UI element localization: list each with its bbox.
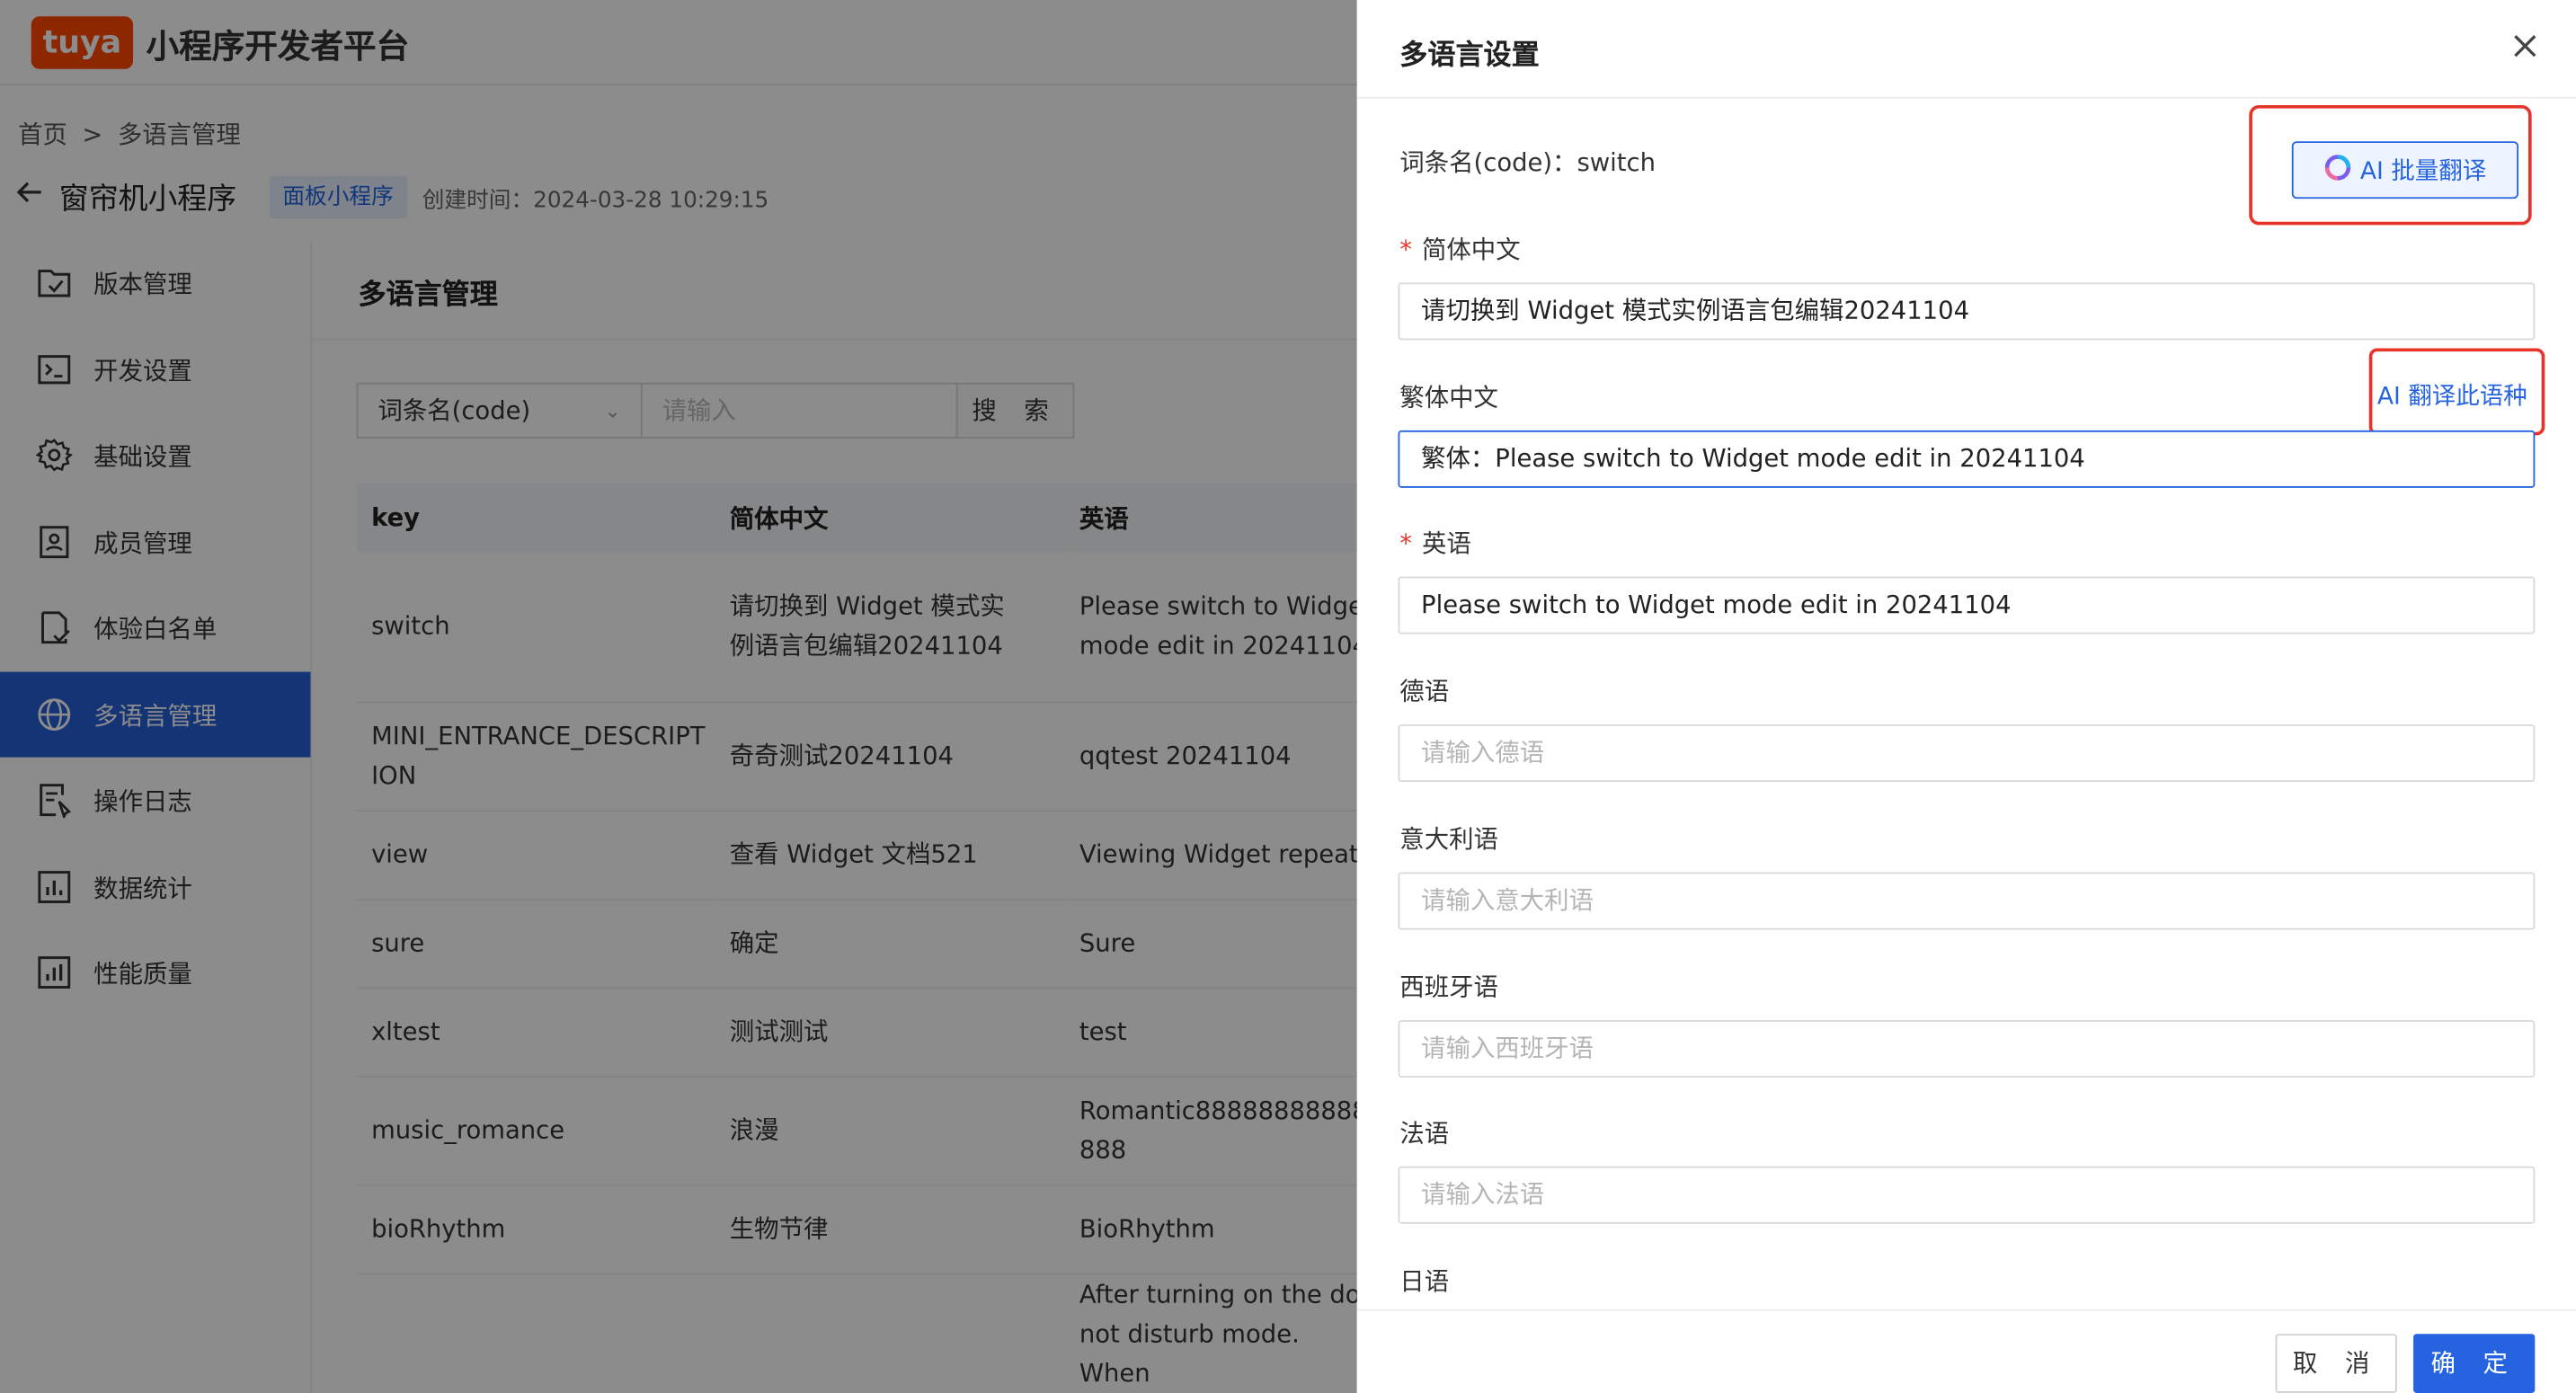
drawer-divider xyxy=(1356,96,2576,99)
ai-batch-translate-button[interactable]: AI 批量翻译 xyxy=(2291,141,2519,200)
italian-input[interactable]: 请输入意大利语 xyxy=(1398,872,2536,930)
field-label-french: 法语 xyxy=(1399,1118,1450,1149)
required-mark: * xyxy=(1399,528,1413,559)
drawer-title: 多语言设置 xyxy=(1399,39,1540,73)
field-label-english: * 英语 xyxy=(1399,528,1471,559)
modal-overlay[interactable] xyxy=(0,0,1357,1393)
field-label-italian: 意大利语 xyxy=(1399,824,1498,855)
field-label-zh-hant: 繁体中文 xyxy=(1399,382,1498,413)
german-input[interactable]: 请输入德语 xyxy=(1398,724,2536,783)
field-label-spanish: 西班牙语 xyxy=(1399,972,1498,1002)
zh-hans-input[interactable]: 请切换到 Widget 模式实例语言包编辑20241104 xyxy=(1398,282,2536,341)
close-icon[interactable] xyxy=(2510,30,2540,71)
ai-batch-translate-label: AI 批量翻译 xyxy=(2359,159,2487,186)
ai-logo-icon xyxy=(2324,154,2350,187)
code-name-label: 词条名(code)：switch xyxy=(1399,147,1657,178)
spanish-input[interactable]: 请输入西班牙语 xyxy=(1398,1020,2536,1078)
field-label-german: 德语 xyxy=(1399,677,1450,706)
required-mark: * xyxy=(1399,235,1413,265)
confirm-button[interactable]: 确 定 xyxy=(2413,1334,2536,1393)
ai-translate-this-language-link[interactable]: AI 翻译此语种 xyxy=(2377,377,2527,412)
cancel-button[interactable]: 取 消 xyxy=(2275,1334,2397,1393)
field-label-zh-hans: * 简体中文 xyxy=(1399,235,1521,265)
english-input[interactable]: Please switch to Widget mode edit in 202… xyxy=(1398,576,2536,634)
field-label-japanese: 日语 xyxy=(1399,1266,1450,1297)
zh-hant-input[interactable]: 繁体：Please switch to Widget mode edit in … xyxy=(1398,430,2536,488)
french-input[interactable]: 请输入法语 xyxy=(1398,1166,2536,1224)
